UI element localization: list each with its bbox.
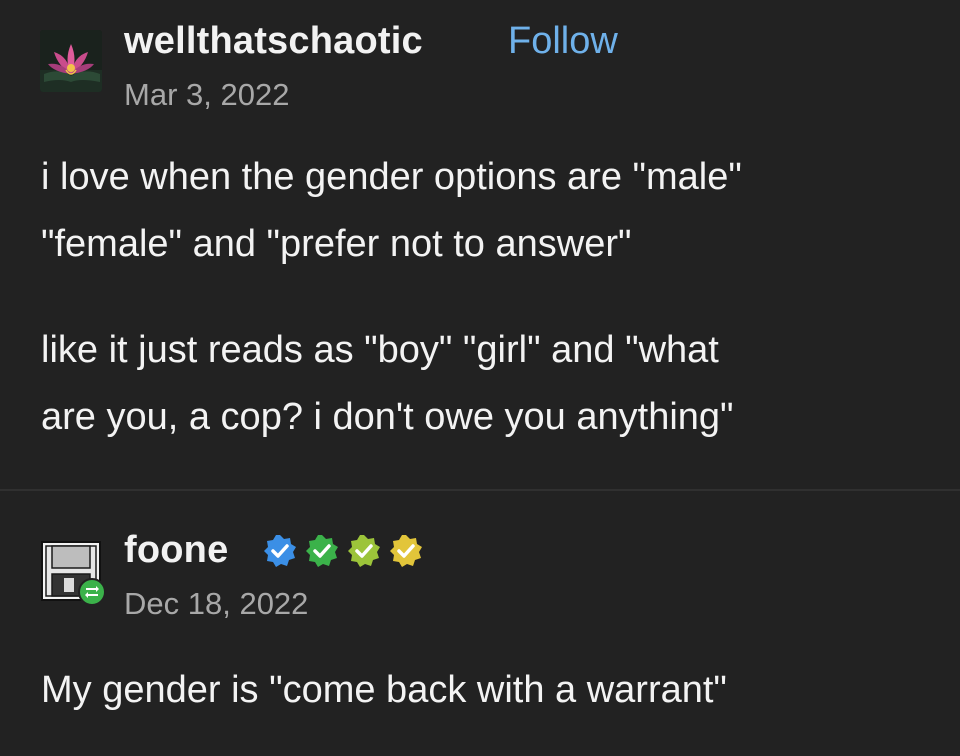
text-line: like it just reads as "boy" "girl" and "…: [41, 329, 719, 371]
verified-badge-icon[interactable]: [346, 533, 382, 569]
text-line: are you, a cop? i don't owe you anything…: [41, 396, 734, 438]
follow-button[interactable]: Follow: [508, 20, 618, 63]
post-date[interactable]: Mar 3, 2022: [124, 77, 289, 113]
divider: [0, 489, 960, 491]
post-paragraph: like it just reads as "boy" "girl" and "…: [41, 317, 734, 451]
verified-badge-icon[interactable]: [388, 533, 424, 569]
post-paragraph: i love when the gender options are "male…: [41, 144, 742, 278]
original-post: wellthatschaotic Follow Mar 3, 2022 i lo…: [0, 0, 960, 490]
reblog-icon: [78, 578, 106, 606]
badge-row: [262, 531, 430, 571]
text-line: "female" and "prefer not to answer": [41, 223, 632, 265]
text-line: i love when the gender options are "male…: [41, 156, 742, 198]
verified-badge-icon[interactable]: [262, 533, 298, 569]
avatar[interactable]: [40, 30, 102, 92]
post-date[interactable]: Dec 18, 2022: [124, 586, 308, 622]
verified-badge-icon[interactable]: [304, 533, 340, 569]
text-line: My gender is "come back with a warrant": [41, 669, 727, 711]
username[interactable]: wellthatschaotic: [124, 20, 423, 63]
post-paragraph: My gender is "come back with a warrant": [41, 657, 727, 724]
username[interactable]: foone: [124, 529, 228, 572]
lotus-flower-icon: [40, 30, 102, 92]
avatar[interactable]: [40, 540, 106, 606]
